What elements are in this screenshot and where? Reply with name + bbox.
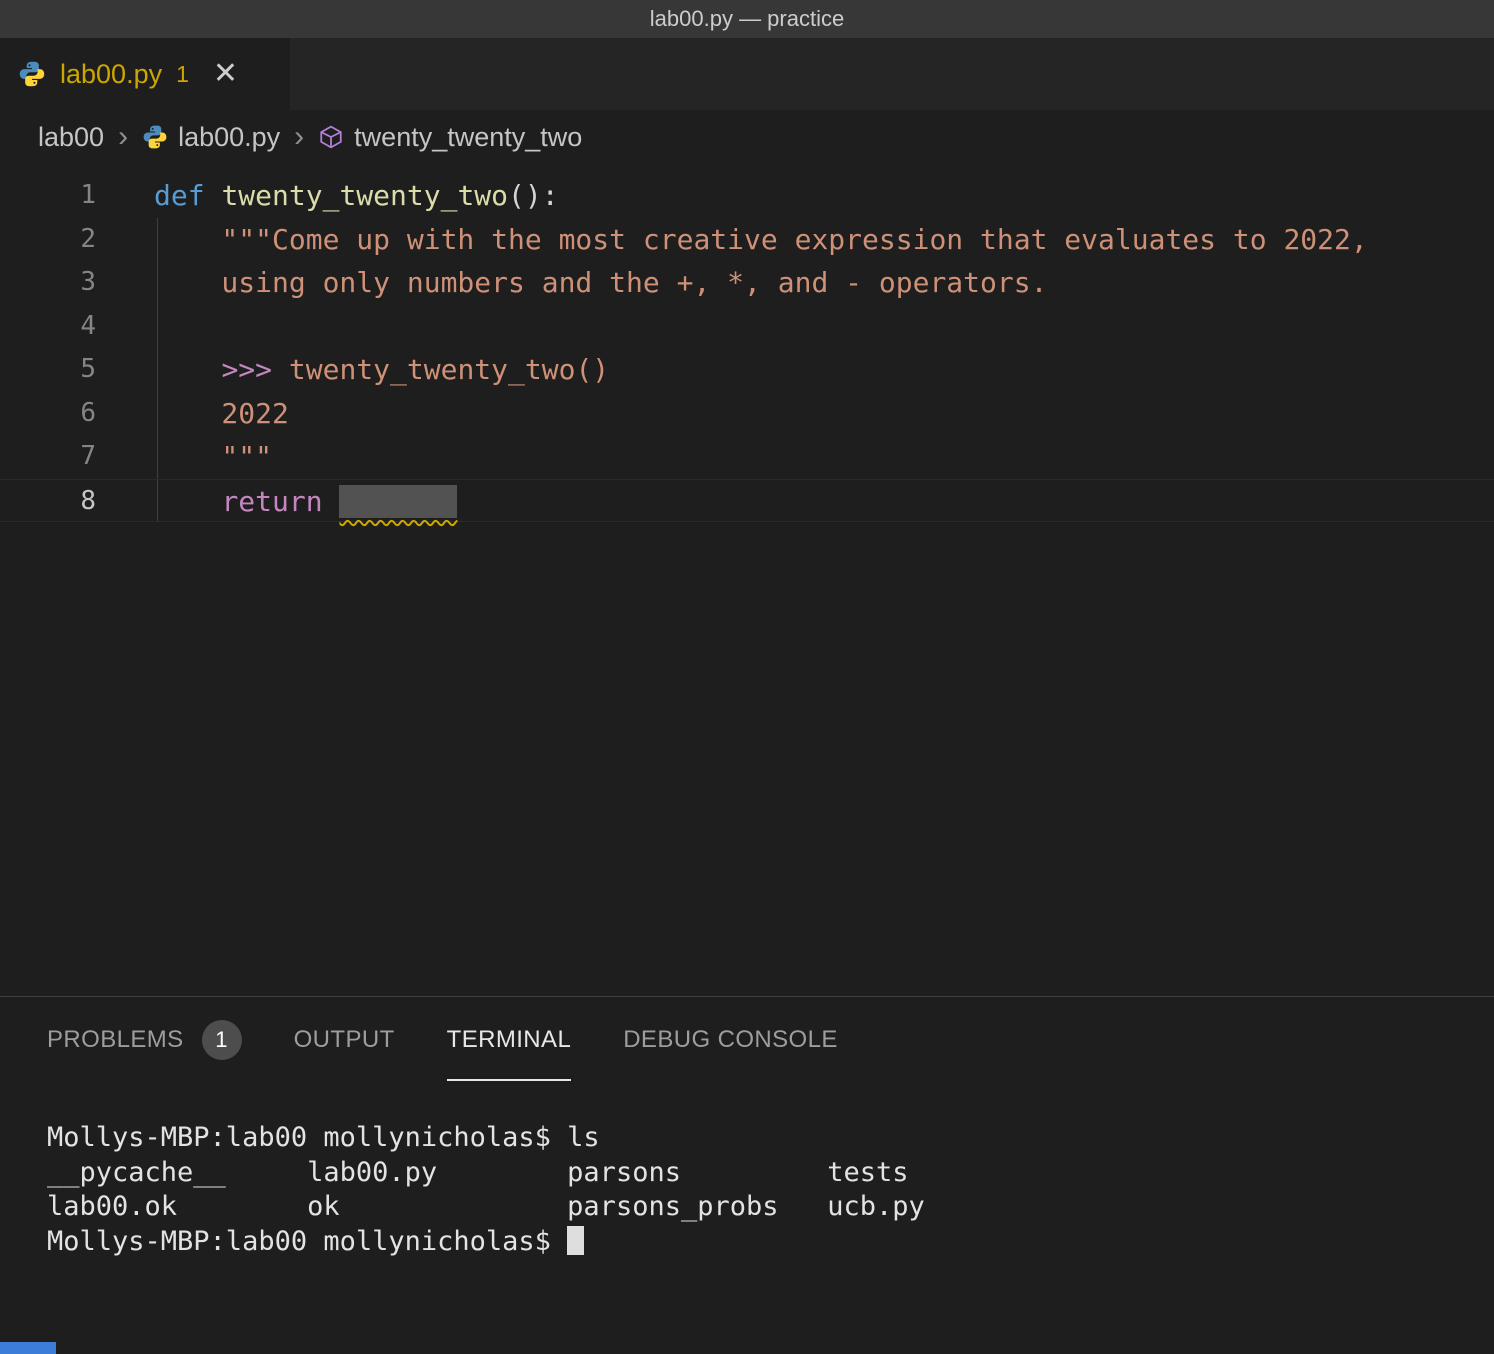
terminal-text: lab00.ok ok parsons_probs ucb.py — [47, 1191, 925, 1222]
close-icon[interactable]: ✕ — [213, 59, 238, 89]
code-token: twenty_twenty_two — [221, 179, 508, 212]
code-text: return — [154, 480, 457, 522]
line-number: 1 — [0, 174, 96, 218]
code-text: """Come up with the most creative expres… — [154, 218, 1368, 262]
terminal-line: lab00.ok ok parsons_probs ucb.py — [47, 1190, 1494, 1225]
terminal-output[interactable]: Mollys-MBP:lab00 mollynicholas$ ls __pyca… — [0, 1081, 1494, 1259]
code-text: using only numbers and the +, *, and - o… — [154, 261, 1047, 305]
code-token: """Come up with the most creative expres… — [154, 223, 1368, 256]
terminal-text: Mollys-MBP:lab00 mollynicholas$ ls — [47, 1122, 600, 1153]
code-line[interactable]: 7 """ — [0, 435, 1494, 479]
panel-tab-label: PROBLEMS — [47, 1026, 184, 1054]
line-number: 5 — [0, 348, 96, 392]
code-line[interactable]: 2 """Come up with the most creative expr… — [0, 218, 1494, 262]
terminal-text: Mollys-MBP:lab00 mollynicholas$ — [47, 1226, 567, 1257]
panel-tab-terminal[interactable]: TERMINAL — [447, 997, 572, 1081]
indent-guide-icon — [157, 480, 158, 522]
code-token: return — [221, 485, 322, 518]
editor-lines: 1def twenty_twenty_two():2 """Come up wi… — [0, 174, 1494, 522]
panel-tab-debug-console[interactable]: DEBUG CONSOLE — [623, 997, 838, 1081]
selection-warning-box — [339, 485, 457, 518]
tab-filename: lab00.py — [60, 59, 162, 90]
code-text: def twenty_twenty_two(): — [154, 174, 559, 218]
window-title: lab00.py — practice — [650, 6, 844, 32]
indent-guide-icon — [157, 435, 158, 479]
code-token: twenty_twenty_two() — [272, 353, 609, 386]
code-token: 2022 — [154, 397, 289, 430]
code-line[interactable]: 5 >>> twenty_twenty_two() — [0, 348, 1494, 392]
code-line[interactable]: 4 — [0, 305, 1494, 349]
terminal-text: __pycache__ lab00.py parsons tests — [47, 1157, 909, 1188]
breadcrumb-symbol[interactable]: twenty_twenty_two — [318, 122, 582, 153]
breadcrumb-file[interactable]: lab00.py — [142, 122, 280, 153]
panel-tab-label: OUTPUT — [294, 1026, 395, 1054]
code-token — [323, 485, 340, 518]
bottom-panel: PROBLEMS 1 OUTPUT TERMINAL DEBUG CONSOLE Mol… — [0, 996, 1494, 1259]
code-line[interactable]: 8 return — [0, 479, 1494, 523]
code-line[interactable]: 3 using only numbers and the +, *, and -… — [0, 261, 1494, 305]
code-token — [205, 179, 222, 212]
code-token: using only numbers and the +, *, and - o… — [154, 266, 1047, 299]
panel-tab-output[interactable]: OUTPUT — [294, 997, 395, 1081]
code-editor[interactable]: 1def twenty_twenty_two():2 """Come up wi… — [0, 164, 1494, 996]
terminal-line: Mollys-MBP:lab00 mollynicholas$ ls — [47, 1121, 1494, 1156]
code-token — [154, 485, 221, 518]
panel-tab-label: DEBUG CONSOLE — [623, 1026, 838, 1054]
chevron-right-icon: › — [294, 120, 304, 154]
line-number: 2 — [0, 218, 96, 262]
problems-count-badge: 1 — [202, 1020, 242, 1060]
code-token: (): — [508, 179, 559, 212]
indent-guide-icon — [157, 348, 158, 392]
line-number: 6 — [0, 392, 96, 436]
window-titlebar: lab00.py — practice — [0, 0, 1494, 38]
line-number: 4 — [0, 305, 96, 349]
python-icon — [142, 124, 168, 150]
line-number: 3 — [0, 261, 96, 305]
code-token: >>> — [221, 353, 272, 386]
terminal-cursor — [567, 1226, 584, 1255]
chevron-right-icon: › — [118, 120, 128, 154]
status-bar-sliver — [0, 1342, 56, 1354]
symbol-cube-icon — [318, 124, 344, 150]
indent-guide-icon — [157, 305, 158, 349]
panel-tab-label: TERMINAL — [447, 1026, 572, 1054]
code-text: """ — [154, 435, 272, 479]
terminal-line: __pycache__ lab00.py parsons tests — [47, 1156, 1494, 1191]
indent-guide-icon — [157, 218, 158, 262]
line-number: 7 — [0, 435, 96, 479]
breadcrumb: lab00 › lab00.py › twenty_twenty_two — [0, 110, 1494, 164]
terminal-line: Mollys-MBP:lab00 mollynicholas$ — [47, 1225, 1494, 1260]
line-number: 8 — [0, 480, 96, 522]
python-icon — [18, 60, 46, 88]
indent-guide-icon — [157, 392, 158, 436]
code-token: def — [154, 179, 205, 212]
code-token: """ — [154, 440, 272, 473]
code-text: 2022 — [154, 392, 289, 436]
code-text: >>> twenty_twenty_two() — [154, 348, 609, 392]
tab-lab00-py[interactable]: lab00.py 1 ✕ — [0, 38, 290, 110]
breadcrumb-folder[interactable]: lab00 — [38, 122, 104, 153]
indent-guide-icon — [157, 261, 158, 305]
code-token — [154, 353, 221, 386]
code-line[interactable]: 6 2022 — [0, 392, 1494, 436]
editor-tab-bar: lab00.py 1 ✕ — [0, 38, 1494, 110]
panel-tabs: PROBLEMS 1 OUTPUT TERMINAL DEBUG CONSOLE — [0, 997, 1494, 1081]
panel-tab-problems[interactable]: PROBLEMS 1 — [47, 997, 242, 1081]
code-line[interactable]: 1 def twenty_twenty_two(): — [0, 174, 1494, 218]
tab-warning-count: 1 — [176, 61, 189, 88]
